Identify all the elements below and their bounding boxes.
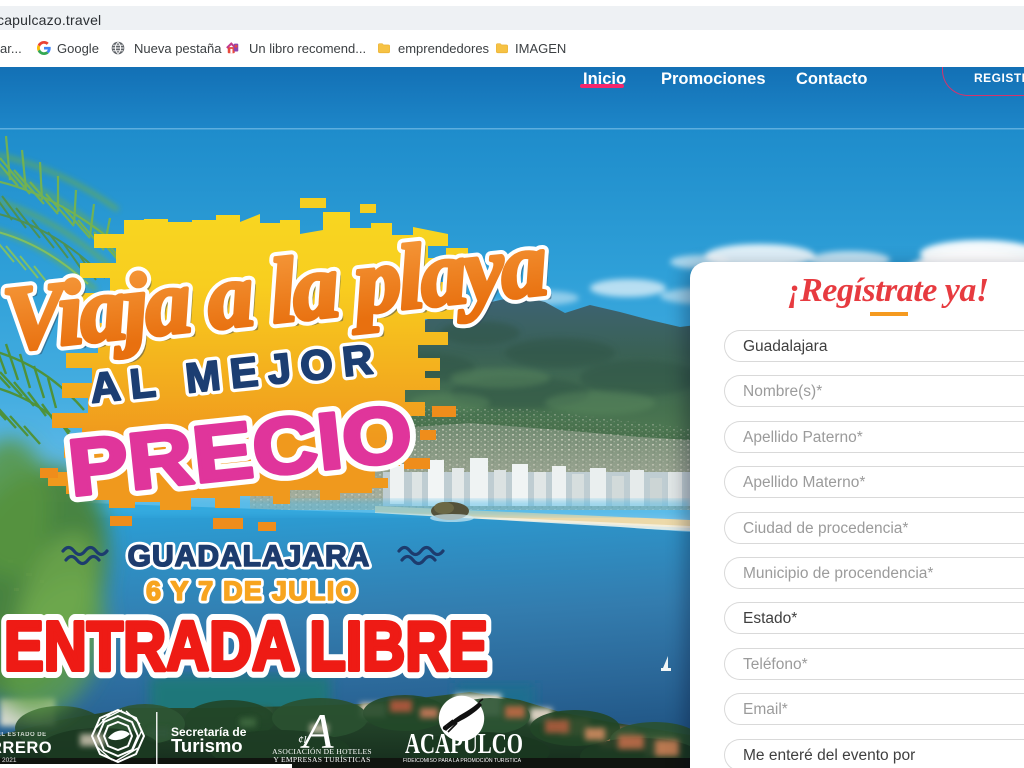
- svg-text:ACAPULCO: ACAPULCO: [405, 728, 523, 760]
- svg-text:GUADALAJARA: GUADALAJARA: [128, 540, 371, 573]
- svg-text:6 Y 7 DE JULIO: 6 Y 7 DE JULIO: [146, 576, 358, 606]
- svg-text:DEL ESTADO DE: DEL ESTADO DE: [0, 732, 47, 738]
- svg-text:ENTRADA LIBRE: ENTRADA LIBRE: [4, 607, 488, 685]
- svg-text:Turismo: Turismo: [171, 735, 243, 756]
- svg-text:RRERO: RRERO: [0, 739, 52, 757]
- svg-text:Y EMPRESAS TURÍSTICAS: Y EMPRESAS TURÍSTICAS: [273, 754, 370, 764]
- svg-text:· 2021: · 2021: [0, 757, 17, 764]
- svg-text:FIDEICOMISO PARA LA PROMOCIÓN: FIDEICOMISO PARA LA PROMOCIÓN TURISTICA: [403, 757, 521, 764]
